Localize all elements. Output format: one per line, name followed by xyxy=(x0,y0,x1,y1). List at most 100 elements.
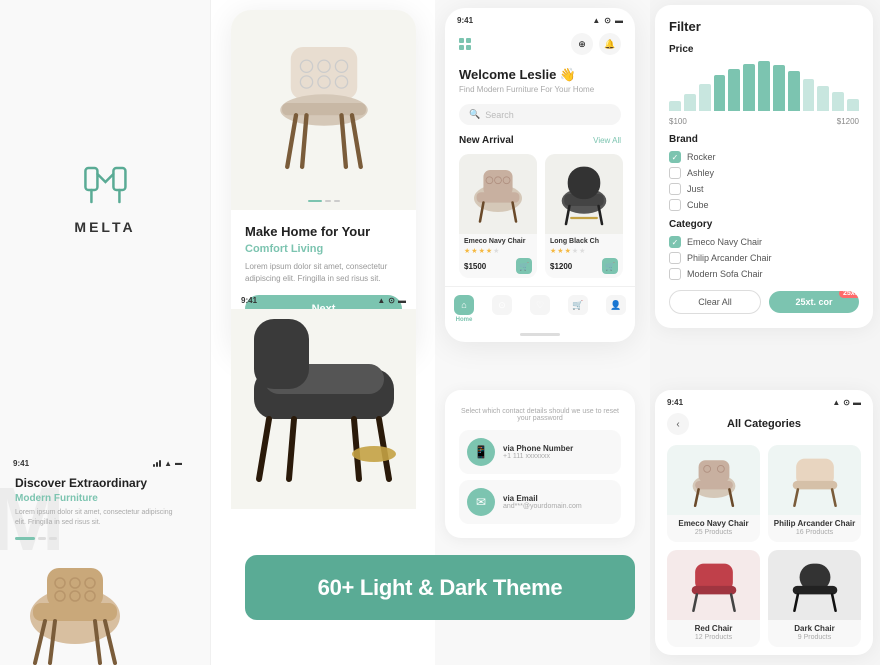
p3-time: 9:41 xyxy=(457,16,473,25)
bar-12 xyxy=(832,92,844,111)
price-max: $1200 xyxy=(837,117,859,126)
apply-button[interactable]: 25xt. cor 25xt xyxy=(769,291,859,313)
notification-icon-btn[interactable]: 🔔 xyxy=(599,33,621,55)
contact-option-email[interactable]: ✉ via Email and***@yourdomain.com xyxy=(459,480,621,524)
product-name-1: Emeco Navy Chair xyxy=(464,238,532,245)
p2-dot-3 xyxy=(334,200,340,202)
panel2-bottom-phone: 9:41 ▲ ⊙ ▬ xyxy=(231,290,416,509)
filter-icon-btn[interactable]: ⊕ xyxy=(571,33,593,55)
p3-battery-icon: ▬ xyxy=(615,16,623,25)
cat-img-dark xyxy=(768,550,861,620)
product-card-1: Emeco Navy Chair ★ ★ ★ ★ ★ $1500 🛒 xyxy=(459,154,537,278)
back-button[interactable]: ‹ xyxy=(667,413,689,435)
brand-ashley[interactable]: Ashley xyxy=(669,167,859,179)
star2-4: ★ xyxy=(572,247,578,255)
product-stars-1: ★ ★ ★ ★ ★ xyxy=(464,247,532,255)
brand-ashley-label: Ashley xyxy=(687,168,714,178)
bar-4 xyxy=(714,75,726,111)
product-price-row-1: $1500 🛒 xyxy=(464,258,532,274)
p4-wifi-icon: ⊙ xyxy=(843,398,850,407)
grid-menu-icon[interactable] xyxy=(459,38,473,50)
bar-5 xyxy=(728,69,740,112)
cat-emeco-label: Emeco Navy Chair xyxy=(687,237,762,247)
bar-8 xyxy=(773,65,785,111)
category-card-red[interactable]: Red Chair 12 Products xyxy=(667,550,760,647)
p2b-signal: ▲ xyxy=(377,296,385,305)
p3-indicator-bar xyxy=(520,333,560,336)
apply-label: 25xt. cor xyxy=(795,297,832,307)
chair-svg-lounge xyxy=(234,309,414,509)
cat-emeco-checkbox[interactable]: ✓ xyxy=(669,236,681,248)
bar-2 xyxy=(684,94,696,112)
brand-rocker-checkbox[interactable]: ✓ xyxy=(669,151,681,163)
p1-status-bar: 9:41 ▲ ▬ xyxy=(5,455,190,472)
brand-just-label: Just xyxy=(687,184,704,194)
category-filter-label: Category xyxy=(669,219,859,230)
bottom-navigation: ⌂ Home ⊙ ♡ 🛒 👤 xyxy=(445,286,635,329)
discover-subtitle: Modern Furniture xyxy=(15,493,180,504)
bar-6 xyxy=(743,64,755,112)
clear-all-button[interactable]: Clear All xyxy=(669,290,761,314)
filter-title: Filter xyxy=(669,19,859,34)
add-to-cart-1[interactable]: 🛒 xyxy=(516,258,532,274)
cat-philip[interactable]: Philip Arcander Chair xyxy=(669,252,859,264)
email-value: and***@yourdomain.com xyxy=(503,503,582,510)
nav-home-label: Home xyxy=(456,317,473,323)
filter-actions: Clear All 25xt. cor 25xt xyxy=(669,290,859,314)
star2-2: ★ xyxy=(557,247,563,255)
cat-emeco[interactable]: ✓ Emeco Navy Chair xyxy=(669,236,859,248)
p3-lower-content: Select which contact details should we u… xyxy=(445,390,635,538)
cat-img-philip xyxy=(768,445,861,515)
brand-rocker-label: Rocker xyxy=(687,152,716,162)
nav-item-profile[interactable]: 👤 xyxy=(606,295,626,323)
theme-banner-text: 60+ Light & Dark Theme xyxy=(318,575,563,601)
new-arrival-title: New Arrival xyxy=(459,135,514,146)
nav-item-cart[interactable]: 🛒 xyxy=(568,295,588,323)
brand-just-checkbox[interactable] xyxy=(669,183,681,195)
category-card-dark[interactable]: Dark Chair 9 Products xyxy=(768,550,861,647)
bar-3 xyxy=(699,84,711,112)
price-label: Price xyxy=(669,44,859,55)
brand-cube[interactable]: Cube xyxy=(669,199,859,211)
new-arrival-header: New Arrival View All xyxy=(445,131,635,150)
p3-right-icons: ⊕ 🔔 xyxy=(571,33,621,55)
nav-item-search[interactable]: ⊙ xyxy=(492,295,512,323)
star2-3: ★ xyxy=(565,247,571,255)
cat-modern-checkbox[interactable] xyxy=(669,268,681,280)
p3-status-bar: 9:41 ▲ ⊙ ▬ xyxy=(445,8,635,29)
search-bar[interactable]: 🔍 Search xyxy=(459,104,621,125)
cat-philip-checkbox[interactable] xyxy=(669,252,681,264)
all-categories-title: All Categories xyxy=(727,418,801,430)
grid-dot xyxy=(466,45,471,50)
p4-battery-icon: ▬ xyxy=(853,398,861,407)
p2-body-text: Lorem ipsum dolor sit amet, consectetur … xyxy=(245,261,402,285)
add-to-cart-2[interactable]: 🛒 xyxy=(602,258,618,274)
search-nav-icon: ⊙ xyxy=(492,295,512,315)
brand-ashley-checkbox[interactable] xyxy=(669,167,681,179)
brand-just[interactable]: Just xyxy=(669,183,859,195)
product-chair-img-2 xyxy=(554,159,614,229)
cat-modern[interactable]: Modern Sofa Chair xyxy=(669,268,859,280)
p3-header: ⊕ 🔔 xyxy=(445,29,635,61)
filter-panel: Filter Price $100 $1200 Brand ✓ Rocker xyxy=(655,5,873,328)
star2-5: ★ xyxy=(579,247,585,255)
nav-item-home[interactable]: ⌂ Home xyxy=(454,295,474,323)
category-card-philip[interactable]: Philip Arcander Chair 16 Products xyxy=(768,445,861,542)
nav-item-wishlist[interactable]: ♡ xyxy=(530,295,550,323)
cat-modern-label: Modern Sofa Chair xyxy=(687,269,763,279)
panel3-phone: 9:41 ▲ ⊙ ▬ ⊕ 🔔 Welcome Leslie 👋 Find xyxy=(445,8,635,342)
star2-1: ★ xyxy=(550,247,556,255)
phone-icon: 📱 xyxy=(467,438,495,466)
profile-nav-icon: 👤 xyxy=(606,295,626,315)
price-range-row: $100 $1200 xyxy=(669,117,859,126)
category-card-emeco[interactable]: Emeco Navy Chair 25 Products xyxy=(667,445,760,542)
contact-option-phone[interactable]: 📱 via Phone Number +1 111 xxxxxxx xyxy=(459,430,621,474)
products-list: Emeco Navy Chair ★ ★ ★ ★ ★ $1500 🛒 xyxy=(445,150,635,286)
prog-inactive2 xyxy=(49,537,57,540)
p3-welcome-section: Welcome Leslie 👋 Find Modern Furniture F… xyxy=(445,61,635,98)
brand-rocker[interactable]: ✓ Rocker xyxy=(669,151,859,163)
p2b-wifi: ⊙ xyxy=(388,296,395,305)
view-all-link[interactable]: View All xyxy=(593,136,621,145)
panel3-lower-phone: Select which contact details should we u… xyxy=(445,390,635,538)
brand-cube-checkbox[interactable] xyxy=(669,199,681,211)
